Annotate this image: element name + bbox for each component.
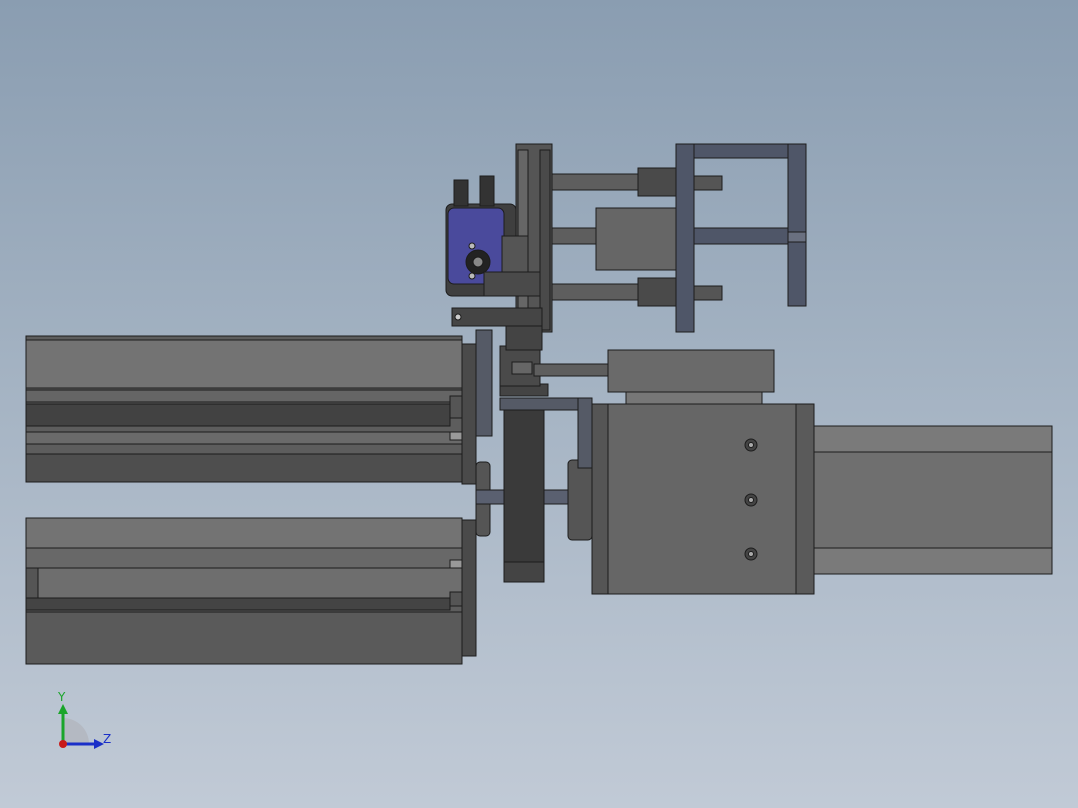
assembly-drawing[interactable]: Y Z	[0, 0, 1078, 808]
x-axis-origin	[59, 740, 67, 748]
cad-viewport[interactable]: Y Z	[0, 0, 1078, 808]
orientation-triad[interactable]: Y Z	[57, 690, 111, 749]
center-shaft-assembly	[475, 345, 593, 583]
drive-motor	[591, 403, 1053, 595]
y-axis-arrowhead	[58, 704, 68, 714]
triad-plane	[63, 718, 89, 744]
z-axis-label: Z	[103, 732, 111, 746]
upper-linear-module	[25, 335, 465, 483]
middle-cylinder	[533, 349, 775, 405]
y-axis-label: Y	[57, 690, 66, 704]
lower-linear-module	[25, 517, 465, 665]
upper-frame-bracket	[675, 143, 807, 333]
